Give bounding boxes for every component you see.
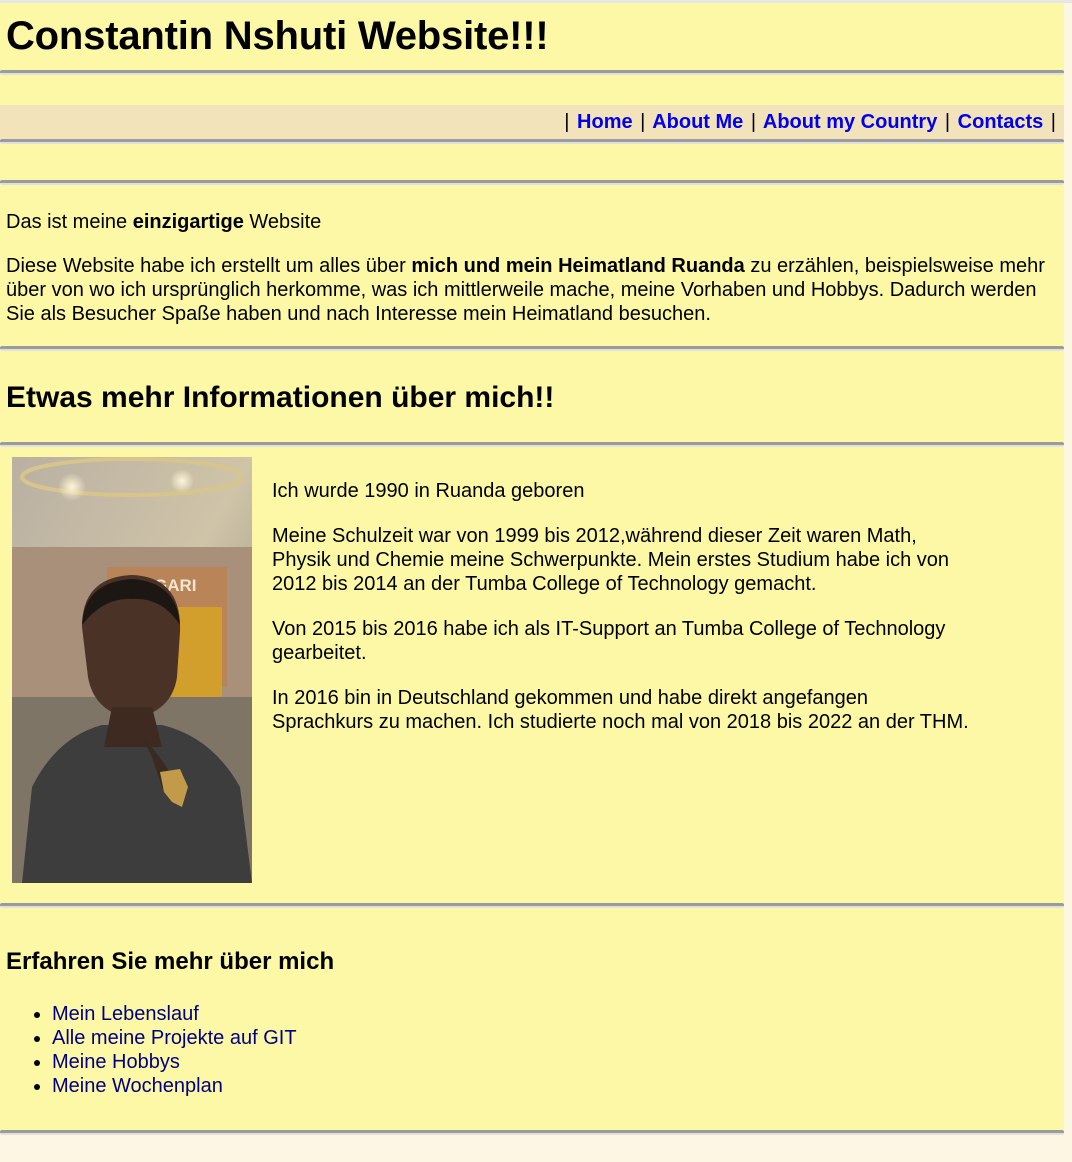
info-heading-section: Etwas mehr Informationen über mich!!	[0, 351, 1064, 442]
nav-separator: |	[564, 111, 570, 133]
divider	[0, 1130, 1064, 1135]
intro-section: Das ist meine einzigartige Website Diese…	[0, 185, 1064, 346]
about-section: BVLGARI Ich wurde 1990 in Ruanda geboren…	[0, 447, 1064, 903]
nav-separator: |	[750, 111, 757, 133]
nav-separator: |	[1050, 111, 1056, 133]
nav-bar: | Home | About Me | About my Country | C…	[0, 105, 1064, 139]
list-item: Meine Wochenplan	[52, 1074, 1058, 1098]
nav-separator: |	[640, 111, 646, 133]
intro-line: Das ist meine einzigartige Website	[6, 210, 1058, 234]
intro-text: Diese Website habe ich erstellt um alles…	[6, 255, 412, 277]
spacer	[0, 75, 1064, 105]
about-paragraph: Ich wurde 1990 in Ruanda geboren	[272, 480, 585, 502]
link-git-projects[interactable]: Alle meine Projekte auf GIT	[52, 1027, 297, 1049]
header-section: Constantin Nshuti Website!!!	[0, 3, 1064, 70]
list-item: Alle meine Projekte auf GIT	[52, 1026, 1058, 1050]
link-cv[interactable]: Mein Lebenslauf	[52, 1003, 199, 1025]
spacer	[0, 144, 1064, 180]
learn-more-heading: Erfahren Sie mehr über mich	[6, 948, 335, 975]
intro-emphasis: mich und mein Heimatland Ruanda	[411, 255, 745, 277]
nav-link-about-me[interactable]: About Me	[652, 111, 743, 133]
learn-more-section: Erfahren Sie mehr über mich Mein Lebensl…	[0, 908, 1064, 1130]
link-hobbies[interactable]: Meine Hobbys	[52, 1051, 180, 1073]
list-item: Meine Hobbys	[52, 1050, 1058, 1074]
intro-text: Website	[243, 211, 322, 233]
learn-more-list: Mein Lebenslauf Alle meine Projekte auf …	[6, 1002, 1058, 1098]
about-paragraph: Von 2015 bis 2016 habe ich als IT-Suppor…	[272, 618, 946, 664]
page-title: Constantin Nshuti Website!!!	[6, 14, 549, 58]
nav-link-contacts[interactable]: Contacts	[958, 111, 1044, 133]
nav-separator: |	[944, 111, 951, 133]
nav-link-about-country[interactable]: About my Country	[763, 111, 937, 133]
intro-paragraph: Diese Website habe ich erstellt um alles…	[6, 254, 1058, 326]
intro-emphasis: einzigartige	[132, 211, 244, 233]
section-heading: Etwas mehr Informationen über mich!!	[6, 381, 555, 414]
about-paragraph: In 2016 bin in Deutschland gekommen und …	[272, 687, 969, 733]
about-paragraph: Meine Schulzeit war von 1999 bis 2012,wä…	[272, 525, 950, 595]
link-weekly-plan[interactable]: Meine Wochenplan	[52, 1075, 223, 1097]
nav-link-home[interactable]: Home	[577, 111, 633, 133]
about-text: Ich wurde 1990 in Ruanda geboren Meine S…	[272, 479, 972, 755]
list-item: Mein Lebenslauf	[52, 1002, 1058, 1026]
page-content: Constantin Nshuti Website!!! | Home | Ab…	[0, 3, 1064, 1135]
intro-text: Das ist meine	[6, 211, 133, 233]
profile-photo: BVLGARI	[12, 457, 252, 883]
